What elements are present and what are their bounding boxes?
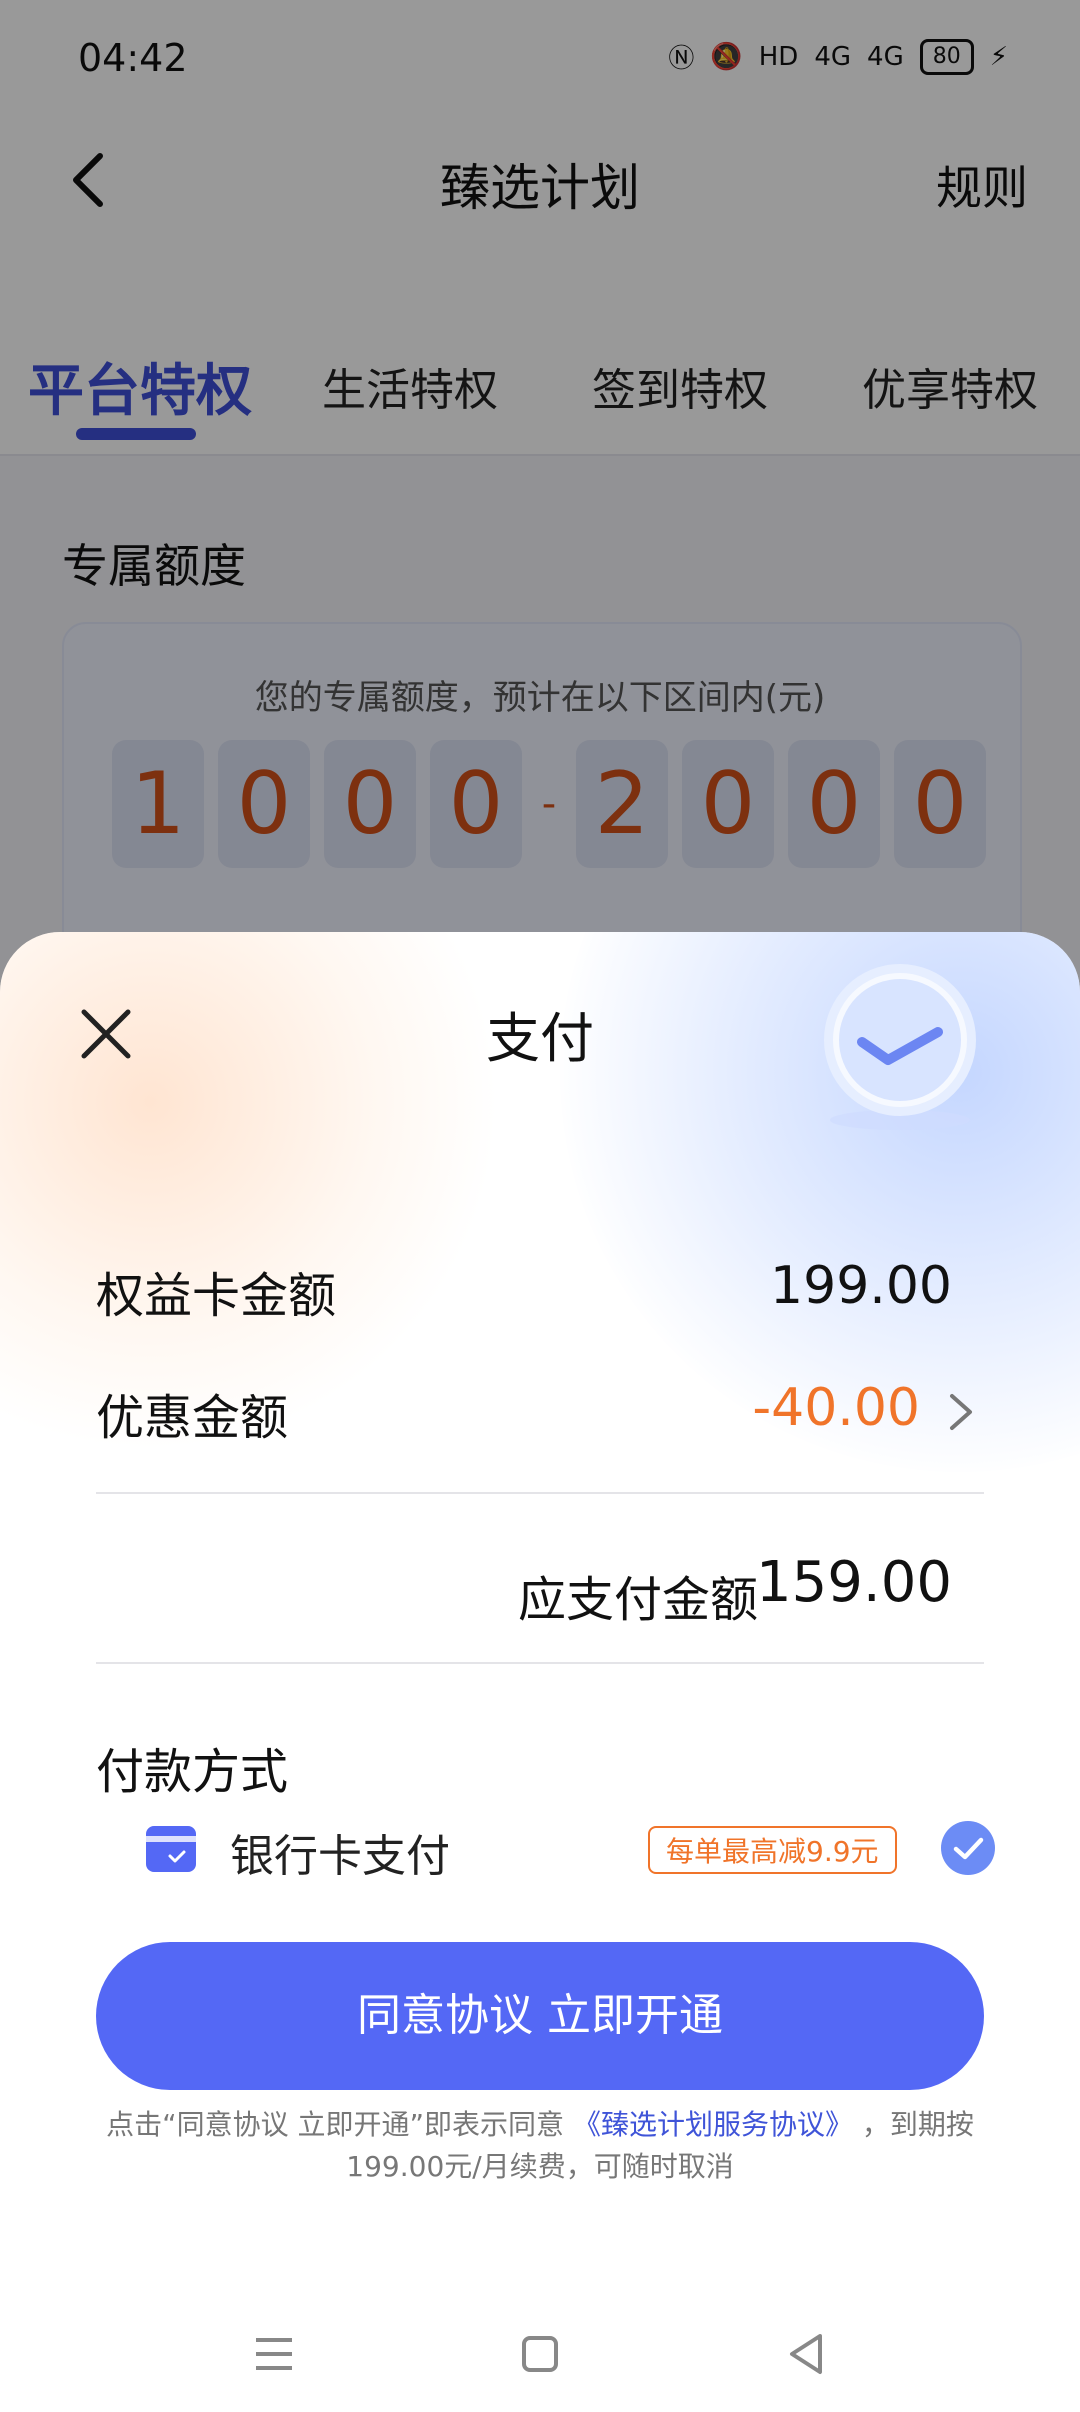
payable-value: 159.00 bbox=[756, 1550, 952, 1615]
card-amount-value: 199.00 bbox=[770, 1256, 952, 1316]
checkmark-coin-icon bbox=[824, 964, 976, 1130]
divider bbox=[96, 1492, 984, 1494]
chevron-right-icon[interactable] bbox=[946, 1390, 976, 1434]
menu-icon[interactable] bbox=[244, 2324, 304, 2384]
home-icon[interactable] bbox=[510, 2324, 570, 2384]
selected-check-icon[interactable] bbox=[940, 1820, 996, 1876]
system-nav-bar bbox=[0, 2300, 1080, 2412]
bank-card-icon bbox=[146, 1826, 196, 1872]
payable-label: 应支付金额 bbox=[517, 1572, 758, 1628]
service-agreement-link[interactable]: 《臻选计划服务协议》 bbox=[573, 2108, 853, 2141]
notice-prefix: 点击“同意协议 立即开通”即表示同意 bbox=[106, 2108, 565, 2141]
agree-and-activate-button[interactable]: 同意协议 立即开通 bbox=[96, 1942, 984, 2090]
discount-value[interactable]: -40.00 bbox=[752, 1378, 920, 1438]
back-triangle-icon[interactable] bbox=[776, 2324, 836, 2384]
discount-label: 优惠金额 bbox=[96, 1390, 289, 1446]
agreement-notice: 点击“同意协议 立即开通”即表示同意 《臻选计划服务协议》 ，到期按199.00… bbox=[90, 2104, 990, 2188]
card-amount-label: 权益卡金额 bbox=[96, 1268, 337, 1324]
divider bbox=[96, 1662, 984, 1664]
payment-sheet bbox=[0, 932, 1080, 2412]
payment-method-title: 付款方式 bbox=[96, 1744, 289, 1800]
promo-badge: 每单最高减9.9元 bbox=[648, 1826, 897, 1874]
bank-card-option[interactable]: 银行卡支付 bbox=[230, 1820, 450, 1884]
